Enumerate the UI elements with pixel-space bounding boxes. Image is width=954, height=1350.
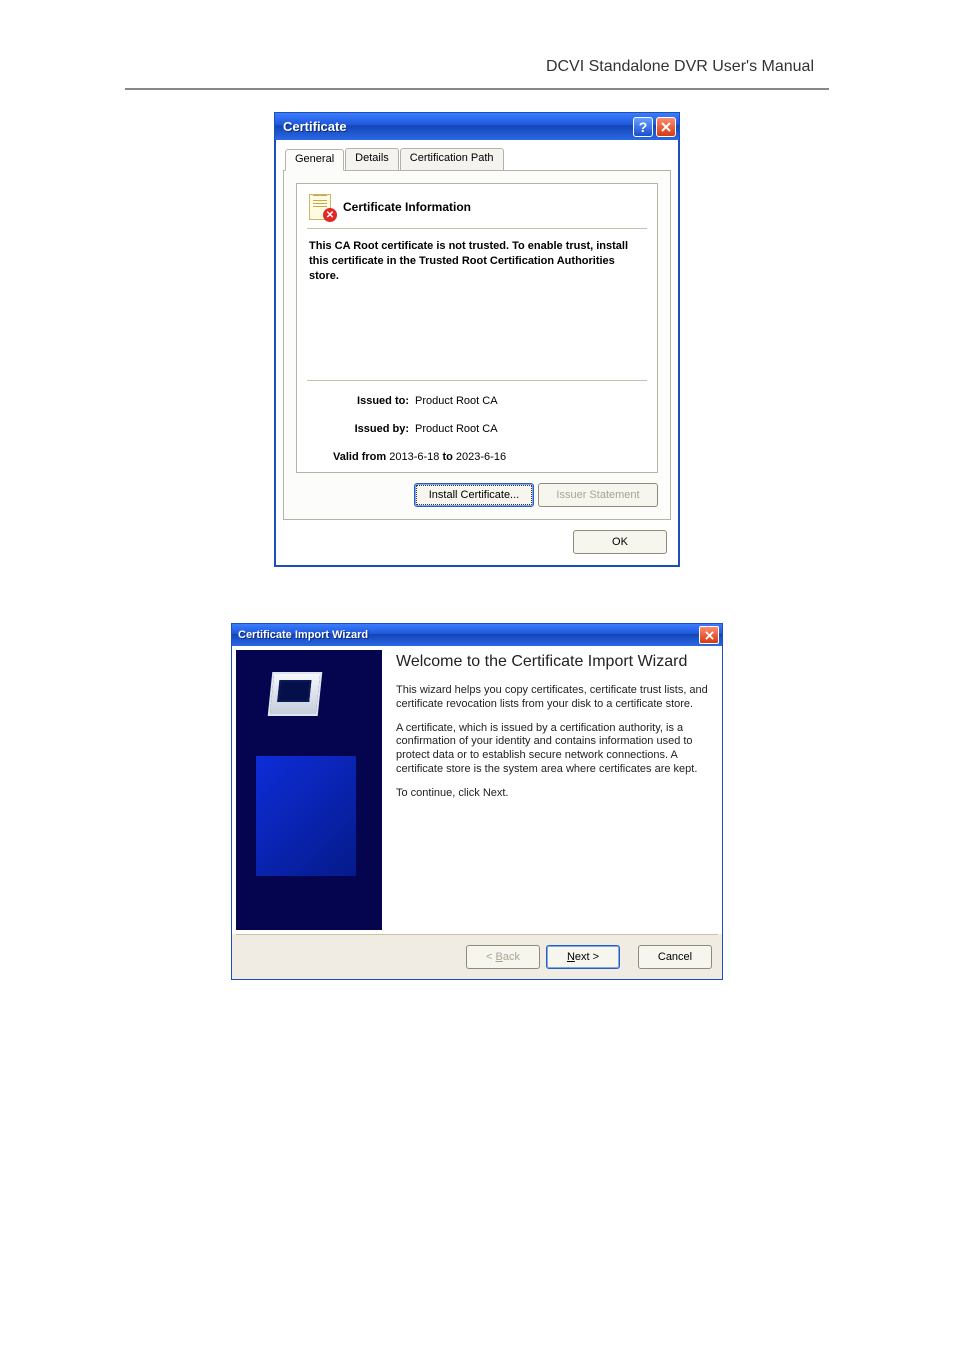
issued-by-label: Issued by:: [333, 423, 415, 435]
issuer-statement-button: Issuer Statement: [538, 483, 658, 507]
back-button: < Back: [466, 945, 540, 969]
valid-to-label: to: [442, 451, 452, 463]
valid-from-label: Valid from: [333, 451, 386, 463]
certificate-dialog: Certificate ? General Details Certificat…: [274, 112, 680, 567]
ok-button[interactable]: OK: [573, 530, 667, 554]
tab-certification-path[interactable]: Certification Path: [400, 148, 504, 170]
certificate-warning-text: This CA Root certificate is not trusted.…: [307, 239, 647, 284]
close-icon: [661, 122, 671, 132]
tab-details[interactable]: Details: [345, 148, 399, 170]
cert-tab-row: General Details Certification Path: [285, 148, 671, 170]
issued-by-value: Product Root CA: [415, 423, 498, 435]
wizard-close-button[interactable]: [699, 626, 719, 644]
wizard-paragraph-3: To continue, click Next.: [396, 787, 708, 801]
certificate-wizard-icon: [268, 672, 323, 716]
certificate-info-panel: ✕ Certificate Information This CA Root c…: [296, 183, 658, 473]
issued-to-value: Product Root CA: [415, 395, 498, 407]
close-button[interactable]: [656, 117, 676, 137]
wizard-paragraph-1: This wizard helps you copy certificates,…: [396, 684, 708, 712]
info-divider-2: [307, 380, 647, 381]
valid-from-value: 2013-6-18: [389, 451, 439, 463]
issued-to-row: Issued to: Product Root CA: [307, 395, 647, 407]
wizard-paragraph-2: A certificate, which is issued by a cert…: [396, 722, 708, 777]
install-certificate-button[interactable]: Install Certificate...: [414, 483, 534, 507]
cancel-button[interactable]: Cancel: [638, 945, 712, 969]
certificate-titlebar: Certificate ?: [275, 113, 679, 140]
valid-date-row: Valid from 2013-6-18 to 2023-6-16: [307, 451, 647, 463]
valid-to-value: 2023-6-16: [456, 451, 506, 463]
doc-header-text: DCVI Standalone DVR User's Manual: [0, 58, 954, 88]
wizard-side-graphic: [236, 650, 382, 930]
certificate-error-icon: ✕: [309, 194, 335, 220]
tab-panel-general: ✕ Certificate Information This CA Root c…: [283, 170, 671, 520]
certificate-info-title: Certificate Information: [343, 200, 471, 214]
issued-by-row: Issued by: Product Root CA: [307, 423, 647, 435]
help-button[interactable]: ?: [633, 117, 653, 137]
wizard-heading: Welcome to the Certificate Import Wizard: [396, 652, 708, 672]
wizard-title: Certificate Import Wizard: [232, 629, 699, 641]
close-icon: [705, 631, 714, 640]
wizard-titlebar: Certificate Import Wizard: [232, 624, 722, 646]
next-button[interactable]: Next >: [546, 945, 620, 969]
tab-general[interactable]: General: [285, 149, 344, 171]
info-divider: [307, 228, 647, 229]
certificate-title: Certificate: [275, 119, 633, 134]
issued-to-label: Issued to:: [333, 395, 415, 407]
doc-divider: [125, 88, 829, 90]
certificate-import-wizard-dialog: Certificate Import Wizard Welcome to the…: [231, 623, 723, 980]
